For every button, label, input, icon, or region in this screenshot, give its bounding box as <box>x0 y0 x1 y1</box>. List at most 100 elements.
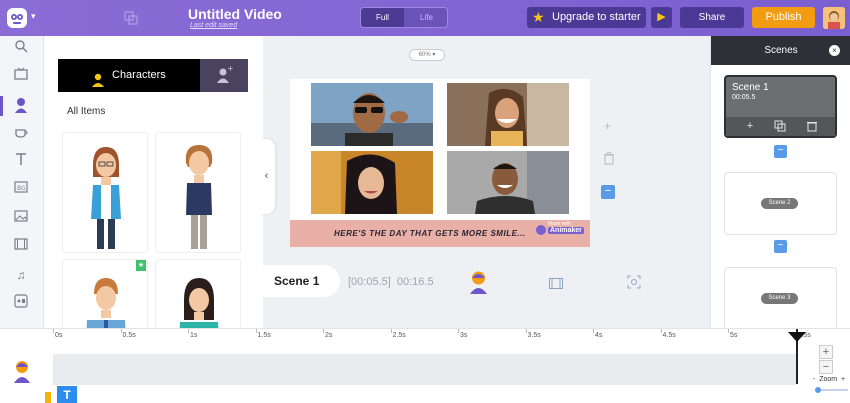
scene-start-time: [00:05.5] <box>348 276 391 288</box>
ruler-tick <box>458 329 459 333</box>
star-icon: ★ <box>532 9 545 25</box>
scenes-panel: Scenes × Scene 1 00:05.5 + − Scene 2 − S… <box>710 36 850 330</box>
playhead-handle[interactable] <box>788 329 806 342</box>
caption-text[interactable]: HERE'S THE DAY THAT GETS MORE SMILE... <box>334 229 526 238</box>
character-icon <box>12 359 32 383</box>
minus-icon[interactable]: − <box>601 185 615 199</box>
ruler-tick <box>255 329 257 333</box>
user-avatar[interactable] <box>823 7 845 29</box>
canvas-zoom-value: 60% <box>418 52 431 58</box>
music-icon[interactable]: ♫ <box>12 266 30 284</box>
close-icon[interactable]: × <box>829 45 840 56</box>
ruler-tick <box>188 329 189 333</box>
ruler-tick-label: 3s <box>460 332 468 339</box>
caption-bar[interactable]: HERE'S THE DAY THAT GETS MORE SMILE... M… <box>290 220 590 247</box>
scene-3-card[interactable]: Scene 3 <box>724 267 837 330</box>
app-logo-icon[interactable] <box>6 6 28 30</box>
upgrade-label: Upgrade to starter <box>552 11 641 23</box>
zoom-out-button[interactable]: − <box>819 360 833 374</box>
photo-smiling-man[interactable] <box>447 151 569 214</box>
project-title[interactable]: Untitled Video <box>188 6 282 22</box>
mode-life-button[interactable]: Life <box>405 8 447 27</box>
props-icon[interactable] <box>12 124 30 142</box>
delete-scene-icon[interactable] <box>806 120 818 132</box>
photo-dark-haired-woman[interactable] <box>311 151 433 214</box>
scene-2-label: Scene 2 <box>761 198 798 209</box>
ruler-tick-label: 2s <box>325 332 333 339</box>
svg-text:+: + <box>227 64 234 73</box>
photo-man-sunglasses[interactable] <box>311 83 433 146</box>
characters-icon[interactable] <box>12 97 30 115</box>
scene-collapse-button[interactable]: − <box>774 145 787 158</box>
photo-smiling-woman[interactable] <box>447 83 569 146</box>
zoom-in-button[interactable]: + <box>819 345 833 359</box>
camera-focus-icon[interactable] <box>627 275 641 289</box>
text-icon[interactable] <box>12 152 30 170</box>
ruler-tick <box>660 329 662 333</box>
current-scene-label: Scene 1 <box>274 274 320 288</box>
current-scene-pill[interactable]: Scene 1 <box>258 265 340 297</box>
character-card[interactable] <box>155 132 241 253</box>
top-bar: ▾ Untitled Video Last edit saved Full Li… <box>0 0 850 36</box>
backgrounds-icon[interactable] <box>12 67 30 85</box>
canvas-zoom-select[interactable]: 60% ▾ <box>409 49 445 61</box>
search-icon[interactable] <box>12 39 30 57</box>
ruler-tick-label: 0.5s <box>122 332 136 339</box>
video-icon[interactable] <box>549 276 563 289</box>
publish-button[interactable]: Publish <box>752 7 815 28</box>
add-scene-icon[interactable]: + <box>744 120 756 132</box>
add-character-button[interactable]: + <box>200 59 248 92</box>
ruler-tick-label: 2.5s <box>392 332 406 339</box>
ruler-tick <box>728 329 729 333</box>
video-icon[interactable] <box>12 237 30 255</box>
character-track[interactable] <box>53 354 797 385</box>
bg-icon[interactable]: BG <box>12 180 30 198</box>
rail-active-indicator <box>0 96 3 116</box>
bookmark-icon[interactable]: ★ <box>136 260 146 271</box>
tab-characters[interactable]: Characters <box>58 59 200 92</box>
zoom-slider[interactable] <box>815 387 848 393</box>
zoom-plus-label: + <box>841 376 846 383</box>
scene-1-toolbar: + <box>726 117 835 136</box>
images-icon[interactable] <box>12 209 30 227</box>
scene-collapse-button[interactable]: − <box>774 240 787 253</box>
ruler-tick-label: 4s <box>595 332 603 339</box>
mode-full-button[interactable]: Full <box>361 8 404 27</box>
zoom-minus-label: - <box>813 376 816 383</box>
text-track-icon[interactable]: T <box>57 386 77 403</box>
ruler-tick <box>323 329 324 333</box>
share-button[interactable]: Share <box>680 7 744 28</box>
timeline: 0s 0.5s 1s 1.5s 2s 2.5s 3s 3.5s 4s 4.5s 5s 5.5s T +… <box>0 328 850 403</box>
character-icon <box>91 68 105 87</box>
zoom-label: - Zoom + <box>813 376 845 383</box>
scene-total-time: 00:16.5 <box>396 276 434 288</box>
zoom-slider-knob[interactable] <box>815 387 821 393</box>
ruler-tick <box>390 329 392 333</box>
character-card[interactable] <box>62 132 148 253</box>
trash-icon[interactable] <box>603 152 615 165</box>
upgrade-button[interactable]: ★ Upgrade to starter <box>527 7 646 28</box>
scene-3-label: Scene 3 <box>761 293 798 304</box>
scene-2-card[interactable]: Scene 2 <box>724 172 837 235</box>
collapse-panel-button[interactable]: ‹ <box>258 139 275 214</box>
animaker-logo-icon <box>536 225 546 235</box>
scene-1-card[interactable]: Scene 1 00:05.5 + <box>724 75 837 138</box>
scene-timecodes: [00:05.5] 00:16.5 <box>348 276 434 288</box>
duplicate-icon[interactable] <box>124 11 138 25</box>
play-button[interactable]: ▶ <box>651 7 672 28</box>
timeline-zoom-controls: + − - Zoom + <box>813 329 850 403</box>
tool-rail: BG ♫ <box>0 36 44 328</box>
add-icon[interactable]: + <box>604 120 614 132</box>
ruler-tick-label: 0s <box>55 332 63 339</box>
ruler-tick-label: 4.5s <box>662 332 676 339</box>
character-icon[interactable] <box>468 270 489 294</box>
video-stage[interactable]: HERE'S THE DAY THAT GETS MORE SMILE... M… <box>290 79 590 247</box>
chevron-down-icon[interactable]: ▾ <box>31 12 39 21</box>
svg-text:BG: BG <box>17 185 26 192</box>
watermark-brand-text: Animaker <box>548 227 584 234</box>
timeline-ruler[interactable]: 0s 0.5s 1s 1.5s 2s 2.5s 3s 3.5s 4s 4.5s 5s 5.5s <box>53 329 813 343</box>
upload-icon[interactable] <box>12 294 30 312</box>
ruler-tick-label: 1s <box>190 332 198 339</box>
section-heading: All Items <box>67 106 106 117</box>
duplicate-scene-icon[interactable] <box>774 120 786 132</box>
